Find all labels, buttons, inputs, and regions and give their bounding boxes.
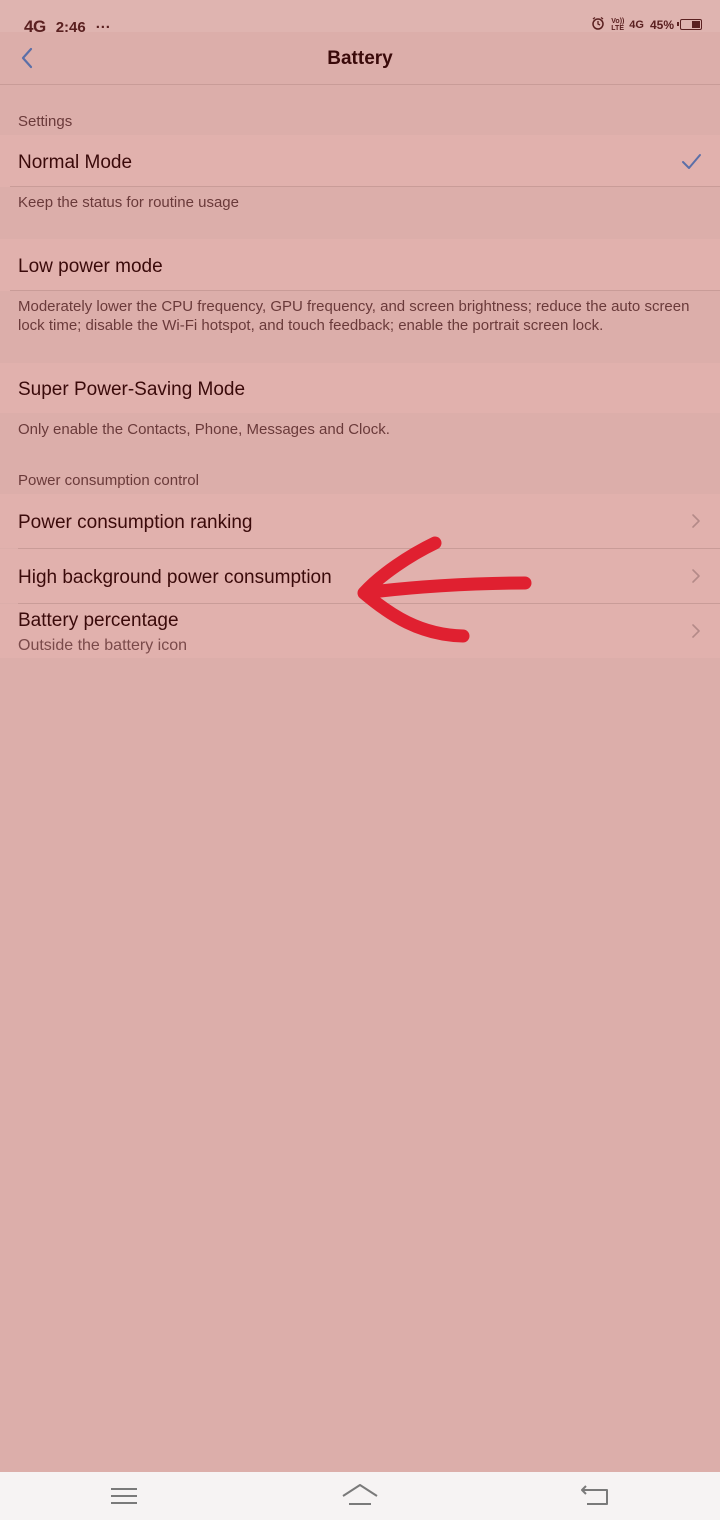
alarm-icon — [591, 16, 605, 33]
low-power-mode-title: Low power mode — [18, 256, 163, 277]
super-power-saving-description: Only enable the Contacts, Phone, Message… — [18, 421, 390, 438]
high-background-power-item[interactable]: High background power consumption — [0, 549, 720, 603]
battery-percentage-title: Battery percentage — [18, 610, 179, 631]
section-label-power-control: Power consumption control — [18, 472, 199, 489]
power-consumption-ranking-title: Power consumption ranking — [18, 512, 253, 533]
page-title: Battery — [327, 48, 393, 69]
normal-mode-option[interactable]: Normal Mode — [0, 135, 720, 187]
home-icon — [342, 1484, 378, 1505]
battery-icon — [677, 19, 702, 30]
power-consumption-ranking-item[interactable]: Power consumption ranking — [0, 494, 720, 548]
status-right: Vo)) LTE 4G 45% — [591, 16, 702, 33]
volte-top-label: Vo)) — [611, 17, 625, 25]
divider — [10, 290, 720, 291]
high-background-power-title: High background power consumption — [18, 567, 332, 588]
battery-percent: 45% — [649, 17, 674, 32]
menu-icon — [111, 1488, 137, 1504]
low-power-mode-option[interactable]: Low power mode — [0, 239, 720, 291]
checkmark-icon — [682, 154, 701, 169]
battery-percentage-item[interactable]: Battery percentage Outside the battery i… — [0, 604, 720, 658]
home-button[interactable] — [341, 1482, 378, 1510]
navigation-bar — [0, 1472, 720, 1520]
chevron-right-icon — [692, 569, 700, 583]
chevron-right-icon — [692, 624, 700, 638]
super-power-saving-option[interactable]: Super Power-Saving Mode — [0, 363, 720, 413]
back-nav-button[interactable] — [577, 1482, 613, 1510]
normal-mode-description: Keep the status for routine usage — [18, 194, 239, 211]
normal-mode-title: Normal Mode — [18, 152, 133, 173]
section-label-settings: Settings — [18, 113, 73, 130]
signal-4g-icon: 4G — [629, 18, 644, 31]
volte-icon: Vo)) LTE — [611, 17, 625, 32]
battery-fill — [692, 21, 700, 28]
low-power-mode-description: Moderately lower the CPU frequency, GPU … — [18, 298, 690, 334]
menu-button[interactable] — [106, 1482, 142, 1510]
super-power-saving-title: Super Power-Saving Mode — [18, 379, 246, 400]
back-icon — [581, 1485, 608, 1505]
battery-percentage-subtitle: Outside the battery icon — [18, 637, 187, 654]
header-bar: Battery — [0, 32, 720, 85]
chevron-right-icon — [692, 514, 700, 528]
volte-bottom-label: LTE — [611, 24, 624, 32]
divider — [10, 186, 720, 187]
